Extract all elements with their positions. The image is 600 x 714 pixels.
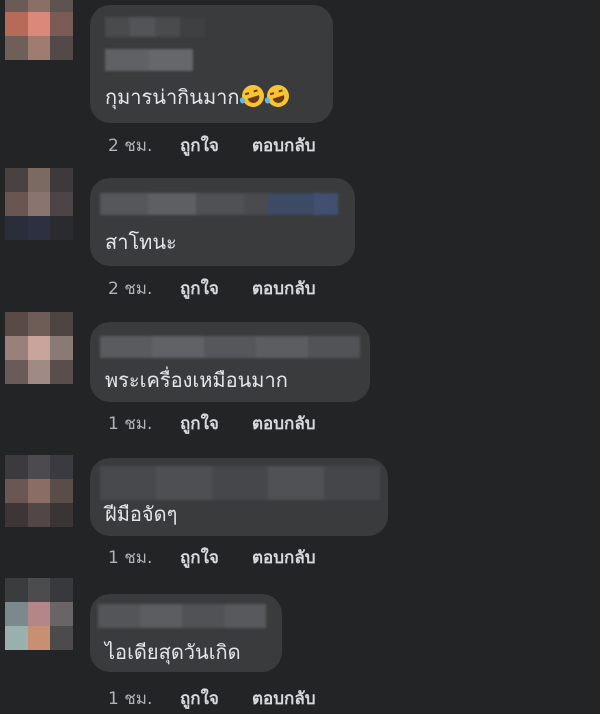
comment-timestamp: 1 ชม. — [108, 548, 153, 568]
reply-button[interactable]: ตอบกลับ — [252, 132, 316, 159]
like-button[interactable]: ถูกใจ — [180, 275, 252, 302]
like-button[interactable]: ถูกใจ — [180, 544, 252, 571]
comment-bubble[interactable]: สาโทนะ — [90, 178, 355, 266]
comment-bubble[interactable]: ฝีมือจัดๆ — [90, 458, 388, 536]
avatar-blurred[interactable] — [5, 578, 73, 650]
comment-bubble[interactable]: ไอเดียสุดวันเกิด — [90, 594, 282, 672]
comment-timestamp: 1 ชม. — [108, 689, 153, 709]
comment-timestamp: 1 ชม. — [108, 414, 153, 434]
comment-bubble[interactable]: พระเครื่องเหมือนมาก — [90, 322, 370, 402]
comment-bubble[interactable]: กุมารน่ากินมาก — [90, 5, 333, 123]
reply-button[interactable]: ตอบกลับ — [252, 544, 316, 571]
reply-button[interactable]: ตอบกลับ — [252, 410, 316, 437]
reply-button[interactable]: ตอบกลับ — [252, 685, 316, 712]
comment-text: ไอเดียสุดวันเกิด — [105, 640, 241, 664]
rofl-emoji-icon — [239, 82, 268, 110]
comment-actions: 1 ชม. ถูกใจ ตอบกลับ — [108, 544, 316, 571]
comment-actions: 2 ชม. ถูกใจ ตอบกลับ — [108, 275, 316, 302]
comment-timestamp: 2 ชม. — [108, 136, 153, 156]
comment-thread: กุมารน่ากินมาก 2 ชม. ถูกใจ ตอบกลับ สาโทน… — [0, 0, 600, 714]
comment-text: ฝีมือจัดๆ — [105, 502, 178, 526]
author-name-blurred[interactable] — [100, 466, 380, 500]
comment-actions: 1 ชม. ถูกใจ ตอบกลับ — [108, 410, 316, 437]
author-name-blurred[interactable] — [100, 336, 360, 358]
author-name-blurred[interactable] — [98, 604, 266, 628]
comment-text: พระเครื่องเหมือนมาก — [105, 368, 288, 392]
comment-actions: 2 ชม. ถูกใจ ตอบกลับ — [108, 132, 316, 159]
avatar-blurred[interactable] — [5, 168, 73, 240]
author-name-blurred[interactable] — [100, 193, 338, 215]
avatar-blurred[interactable] — [5, 455, 73, 527]
rofl-emoji-icon — [264, 82, 293, 110]
like-button[interactable]: ถูกใจ — [180, 410, 252, 437]
reply-button[interactable]: ตอบกลับ — [252, 275, 316, 302]
avatar-blurred[interactable] — [5, 312, 73, 384]
like-button[interactable]: ถูกใจ — [180, 685, 252, 712]
comment-timestamp: 2 ชม. — [108, 279, 153, 299]
comment-text: กุมารน่ากินมาก — [105, 82, 293, 111]
like-button[interactable]: ถูกใจ — [180, 132, 252, 159]
author-name-blurred[interactable] — [105, 17, 205, 37]
avatar-blurred[interactable] — [5, 0, 73, 60]
comment-text: สาโทนะ — [105, 230, 177, 254]
comment-actions: 1 ชม. ถูกใจ ตอบกลับ — [108, 685, 316, 712]
author-name-blurred-line2 — [105, 49, 193, 71]
